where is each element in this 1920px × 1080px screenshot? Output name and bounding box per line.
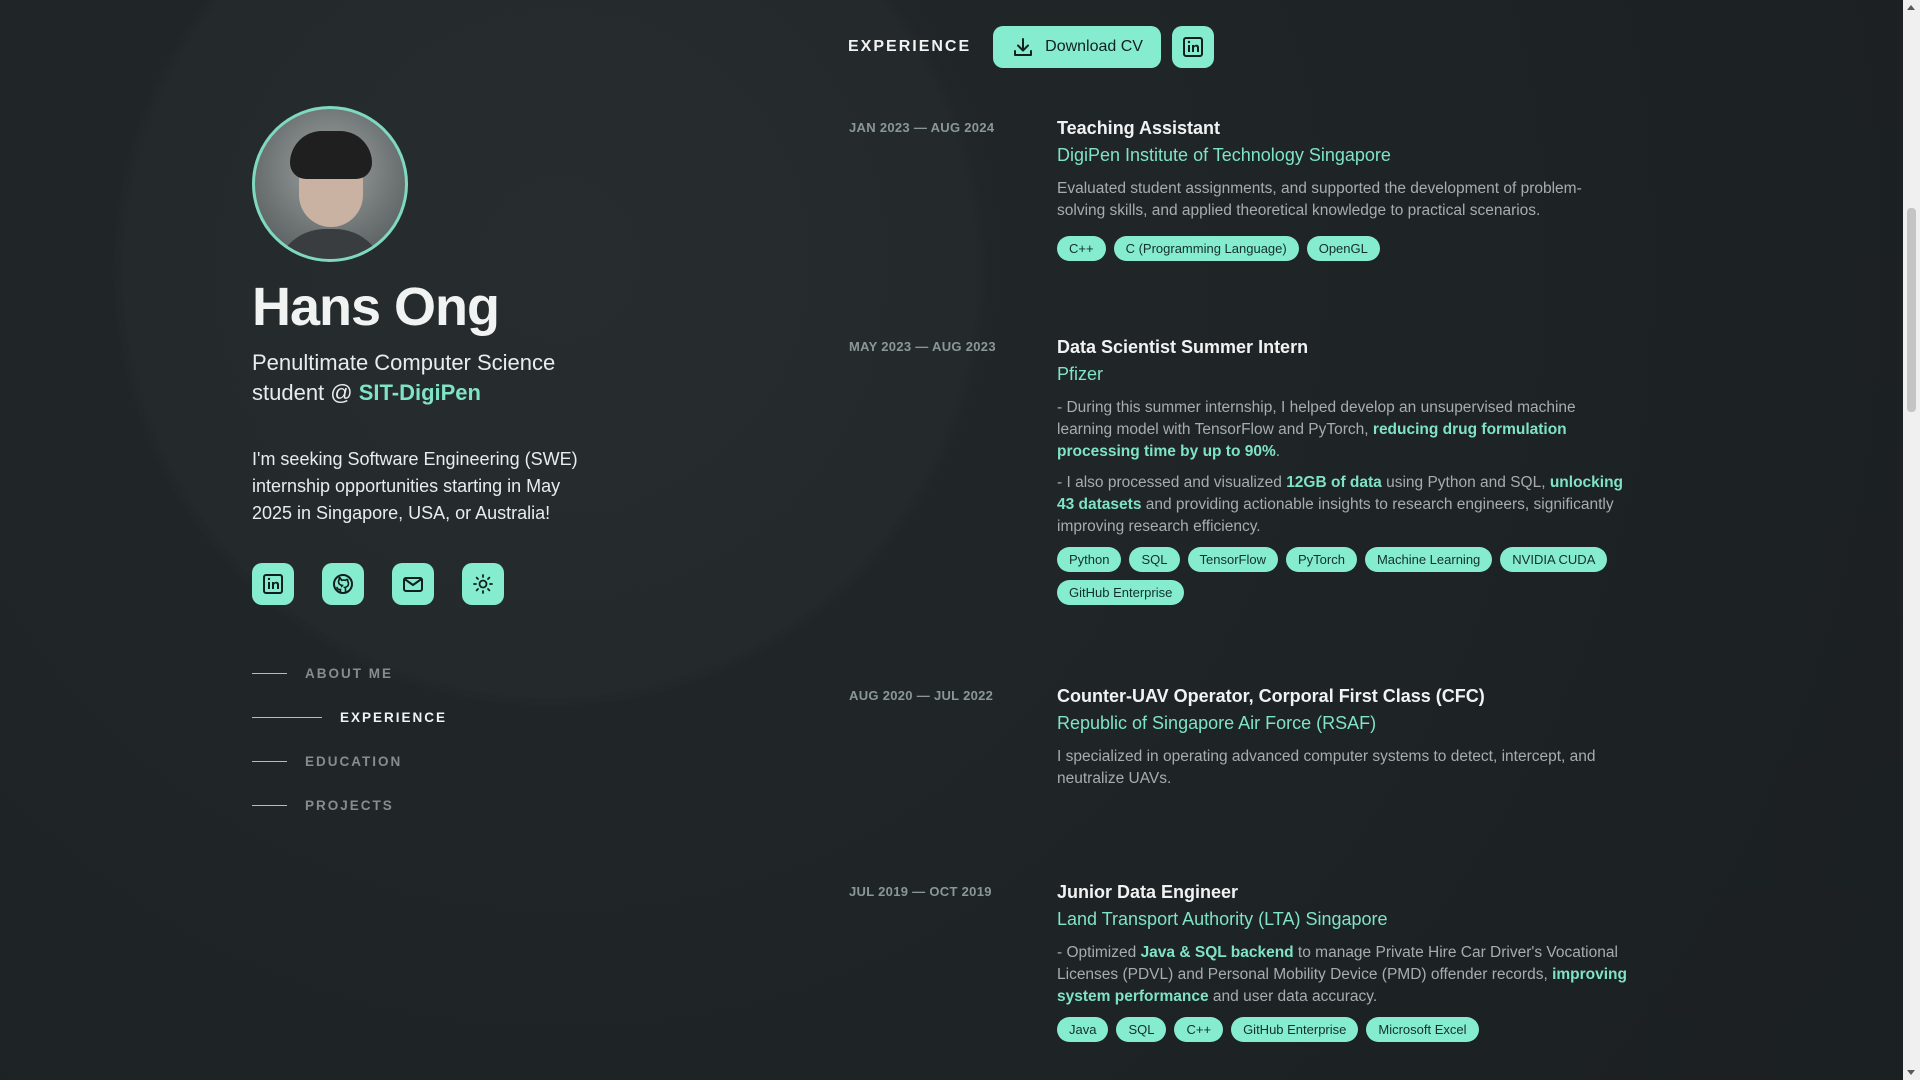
experience-title: Junior Data Engineer [1057, 882, 1239, 902]
description-paragraph: I specialized in operating advanced comp… [1057, 748, 1596, 787]
experience-date: AUG 2020 — JUL 2022 [849, 688, 994, 703]
avatar-hair [290, 131, 372, 179]
description-paragraph: - I also processed and visualized 12GB o… [1057, 472, 1627, 538]
skill-tag: Microsoft Excel [1366, 1017, 1479, 1042]
description-text: - Optimized [1057, 944, 1141, 961]
experience-date: MAY 2023 — AUG 2023 [849, 339, 996, 354]
nav-label: EXPERIENCE [340, 709, 448, 725]
page: Hans Ong Penultimate Computer Science st… [0, 0, 1920, 1080]
vertical-scrollbar[interactable] [1903, 0, 1920, 1080]
experience-body: Junior Data Engineer Land Transport Auth… [1057, 880, 1627, 1042]
nav-item-about-me[interactable]: ABOUT ME [252, 651, 632, 695]
description-paragraph: - Optimized Java & SQL backend to manage… [1057, 942, 1627, 1008]
experience-company[interactable]: Pfizer [1057, 361, 1627, 387]
school-link[interactable]: SIT-DigiPen [359, 380, 481, 405]
nav-item-education[interactable]: EDUCATION [252, 739, 632, 783]
skill-tag: SQL [1129, 547, 1180, 572]
experience-date: JAN 2023 — AUG 2024 [849, 120, 995, 135]
profile-name: Hans Ong [252, 277, 500, 337]
description-highlight: 12GB of data [1286, 474, 1382, 491]
skill-tag: NVIDIA CUDA [1500, 547, 1608, 572]
nav-indicator-line [252, 672, 287, 674]
experience-description: - Optimized Java & SQL backend to manage… [1057, 942, 1627, 1008]
github-button[interactable] [322, 563, 364, 605]
experience-date: JUL 2019 — OCT 2019 [849, 884, 992, 899]
download-icon [1014, 38, 1033, 56]
tag-list: Java SQL C++ GitHub Enterprise Microsoft… [1057, 1017, 1627, 1042]
skill-tag: OpenGL [1306, 236, 1380, 261]
skill-tag: GitHub Enterprise [1231, 1017, 1359, 1042]
nav-item-projects[interactable]: PROJECTS [252, 783, 632, 827]
experience-company[interactable]: Land Transport Authority (LTA) Singapore [1057, 906, 1627, 932]
linkedin-icon [263, 574, 283, 594]
description-text: - I also processed and visualized [1057, 474, 1287, 491]
experience-title: Teaching Assistant [1057, 118, 1221, 138]
section-title: EXPERIENCE [848, 38, 972, 55]
social-links [252, 563, 632, 605]
sun-icon [473, 574, 493, 594]
description-paragraph: - During this summer internship, I helpe… [1057, 397, 1627, 463]
skill-tag: GitHub Enterprise [1057, 580, 1185, 605]
skill-tag: C++ [1174, 1017, 1224, 1042]
profile-subtitle: Penultimate Computer Science student @ S… [252, 348, 592, 408]
experience-company[interactable]: Republic of Singapore Air Force (RSAF) [1057, 710, 1627, 736]
nav-indicator-line [252, 716, 322, 718]
experience-description: Evaluated student assignments, and suppo… [1057, 178, 1627, 222]
description-text: and user data accuracy. [1208, 988, 1378, 1005]
linkedin-icon [1182, 37, 1203, 57]
nav-item-experience[interactable]: EXPERIENCE [252, 695, 632, 739]
tag-list: Python SQL TensorFlow PyTorch Machine Le… [1057, 547, 1627, 605]
description-text: using Python and SQL, [1381, 474, 1550, 491]
scroll-down-arrow-icon[interactable] [1907, 1070, 1915, 1075]
skill-tag: C++ [1057, 236, 1106, 261]
avatar-shirt [275, 229, 385, 259]
description-text: . [1275, 443, 1281, 460]
nav-label: PROJECTS [305, 797, 394, 813]
download-cv-label: Download CV [1045, 38, 1143, 55]
experience-description: I specialized in operating advanced comp… [1057, 746, 1627, 790]
scroll-up-arrow-icon[interactable] [1907, 5, 1915, 10]
skill-tag: PyTorch [1285, 547, 1357, 572]
description-paragraph: Evaluated student assignments, and suppo… [1057, 180, 1582, 219]
theme-toggle-button[interactable] [462, 563, 504, 605]
description-highlight: Java & SQL backend [1140, 944, 1294, 961]
skill-tag: Machine Learning [1364, 547, 1493, 572]
skill-tag: C (Programming Language) [1113, 236, 1299, 261]
profile-column: Hans Ong Penultimate Computer Science st… [252, 106, 632, 827]
scroll-thumb[interactable] [1907, 208, 1916, 412]
skill-tag: TensorFlow [1187, 547, 1278, 572]
mail-icon [403, 577, 423, 592]
experience-title: Counter-UAV Operator, Corporal First Cla… [1057, 686, 1485, 706]
skill-tag: SQL [1116, 1017, 1167, 1042]
nav-label: EDUCATION [305, 753, 403, 769]
skill-tag: Python [1057, 547, 1122, 572]
description-text: and providing actionable insights to res… [1057, 496, 1614, 535]
linkedin-button[interactable] [252, 563, 294, 605]
experience-company[interactable]: DigiPen Institute of Technology Singapor… [1057, 142, 1627, 168]
nav-indicator-line [252, 804, 287, 806]
experience-body: Data Scientist Summer Intern Pfizer - Du… [1057, 335, 1627, 605]
skill-tag: Java [1057, 1017, 1109, 1042]
experience-description: - During this summer internship, I helpe… [1057, 397, 1627, 538]
linkedin-header-button[interactable] [1171, 26, 1214, 68]
section-nav: ABOUT ME EXPERIENCE EDUCATION PROJECTS [252, 651, 632, 827]
nav-label: ABOUT ME [305, 665, 393, 681]
avatar [252, 106, 408, 262]
download-cv-button[interactable]: Download CV [993, 26, 1161, 68]
section-header: EXPERIENCE Download CV [848, 26, 1214, 68]
email-button[interactable] [392, 563, 434, 605]
experience-body: Teaching Assistant DigiPen Institute of … [1057, 116, 1627, 261]
profile-intro: I'm seeking Software Engineering (SWE) i… [252, 449, 578, 523]
experience-title: Data Scientist Summer Intern [1057, 337, 1309, 357]
experience-body: Counter-UAV Operator, Corporal First Cla… [1057, 684, 1627, 799]
nav-indicator-line [252, 760, 287, 762]
tag-list: C++ C (Programming Language) OpenGL [1057, 236, 1627, 261]
github-icon [333, 574, 353, 594]
